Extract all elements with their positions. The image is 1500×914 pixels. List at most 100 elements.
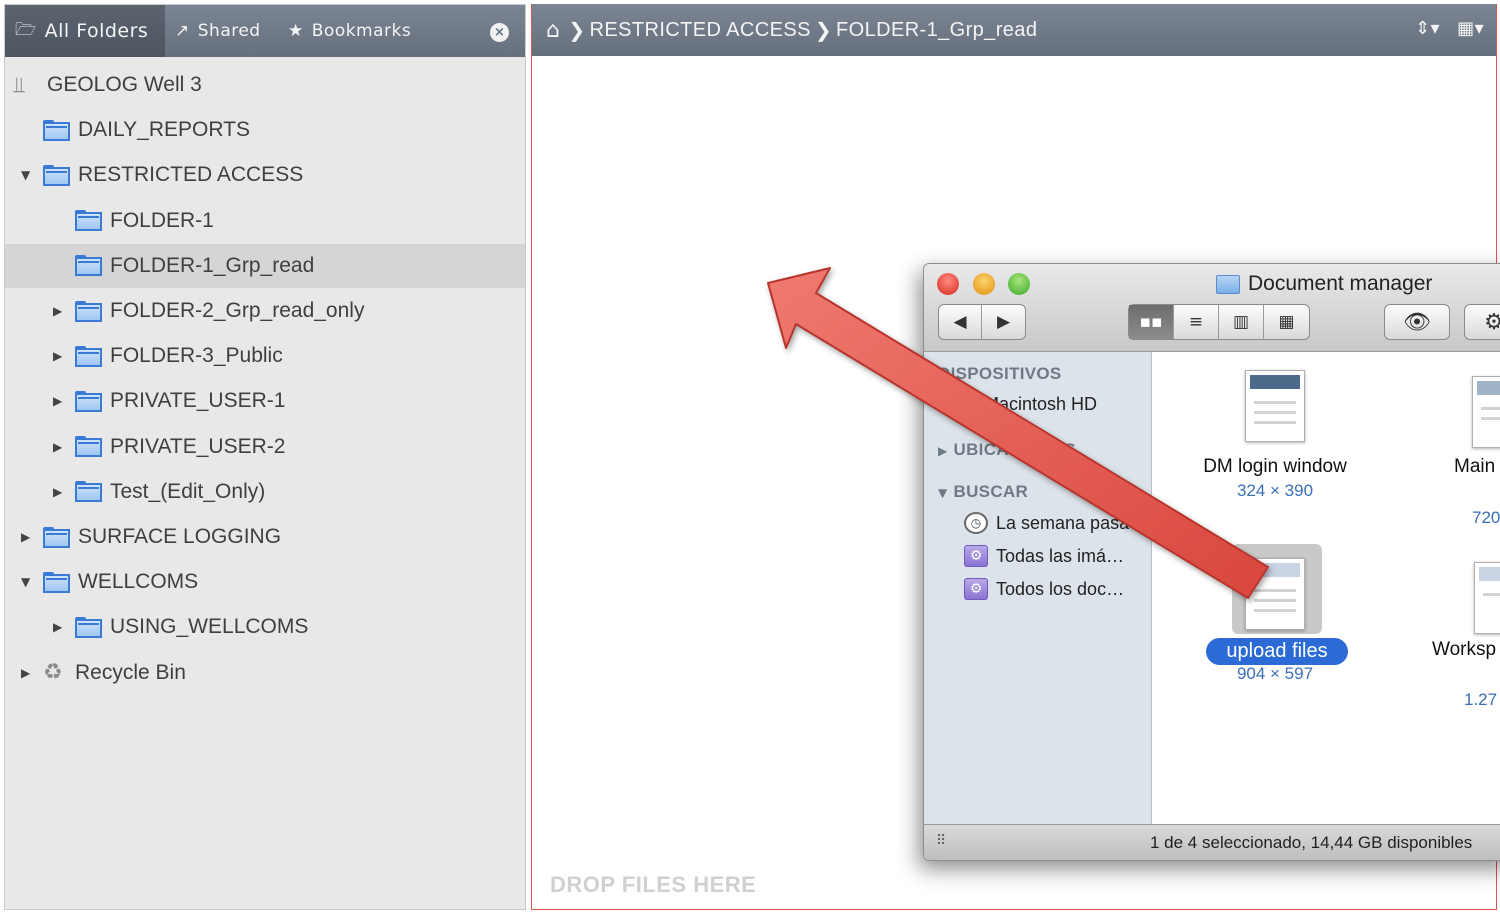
sidebar-item-macintosh-hd[interactable]: Macintosh HD [984,394,1097,415]
tree-item-restricted-access[interactable]: ▼ RESTRICTED ACCESS [5,153,525,197]
folder-icon [43,526,70,548]
smart-folder-icon: ⚙ [964,545,988,567]
icon-view-button[interactable]: ▪▪ [1129,305,1174,339]
tree-item-label: Test_(Edit_Only) [110,479,266,503]
smart-folder-icon: ⚙ [964,578,988,600]
coverflow-view-button[interactable]: ▦ [1264,305,1309,339]
folder-icon [43,164,70,186]
clock-icon: ◷ [964,512,988,534]
back-button[interactable]: ◀ [939,305,983,339]
folder-icon [75,481,102,503]
caret-right-icon[interactable]: ▶ [53,394,65,408]
eye-icon[interactable]: 👁 [1385,305,1449,339]
tree-item-label: Recycle Bin [75,660,186,684]
view-mode-icon[interactable]: ▦▾ [1457,18,1484,39]
tree-item-private-user-1[interactable]: ▶ PRIVATE_USER-1 [5,379,525,423]
caret-right-icon[interactable]: ▶ [53,485,65,499]
folder-icon [75,390,102,412]
caret-right-icon[interactable]: ▶ [21,666,33,680]
tree-item-geolog-well-3[interactable]: ⫫ GEOLOG Well 3 [5,63,525,107]
view-mode-control: ▪▪ ≡ ▥ ▦ [1128,304,1310,340]
sidebar-heading-search[interactable]: ▼ BUSCAR [938,482,1028,502]
sidebar-item-last-week[interactable]: ◷ La semana pasada [964,512,1149,534]
caret-right-icon[interactable]: ▶ [53,440,65,454]
file-thumbnail-workspace[interactable] [1474,562,1500,634]
sidebar-heading-search-label: BUSCAR [953,482,1029,501]
breadcrumb: ⌂ ❯ RESTRICTED ACCESS ❯ FOLDER-1_Grp_rea… [532,4,1496,56]
breadcrumb-separator-icon: ❯ [568,18,586,42]
caret-down-icon[interactable]: ▼ [21,575,33,589]
tab-all-folders[interactable]: 🗁 All Folders [5,5,165,57]
tree-item-label: DAILY_REPORTS [78,118,250,142]
sidebar-item-all-images[interactable]: ⚙ Todas las imá… [964,545,1124,567]
sort-icon[interactable]: ⇕▾ [1415,18,1440,39]
tree-item-test-edit-only[interactable]: ▶ Test_(Edit_Only) [5,470,525,514]
folder-icon [75,210,102,232]
folder-icon [75,616,102,638]
star-icon: ★ [288,21,304,41]
tree-item-folder-2-grp-read-only[interactable]: ▶ FOLDER-2_Grp_read_only [5,289,525,333]
tree-item-private-user-2[interactable]: ▶ PRIVATE_USER-2 [5,425,525,469]
caret-right-icon[interactable]: ▶ [53,620,65,634]
file-name-workspace[interactable]: Worksp sc [1432,639,1500,661]
tree-item-daily-reports[interactable]: DAILY_REPORTS [5,108,525,152]
finder-sidebar: DISPOSITIVOS Macintosh HD ▶ UBICACIONES ▼… [924,352,1152,824]
tree-item-wellcoms[interactable]: ▼ WELLCOMS [5,560,525,604]
well-icon: ⫫ [13,72,26,98]
forward-button[interactable]: ▶ [982,305,1025,339]
status-text: 1 de 4 seleccionado, 14,44 GB disponible… [1150,833,1473,852]
file-name-dm-login-window[interactable]: DM login window [1182,456,1368,478]
tree-item-label: WELLCOMS [78,570,199,594]
tab-bookmarks[interactable]: ★ Bookmarks [288,5,411,57]
tree-item-label: FOLDER-1 [110,208,214,232]
folder-tree-panel: 🗁 All Folders ↗ Shared ★ Bookmarks × ⫫ GE… [4,4,526,910]
tree-item-folder-3-public[interactable]: ▶ FOLDER-3_Public [5,334,525,378]
column-view-button[interactable]: ▥ [1219,305,1264,339]
tree-item-label: USING_WELLCOMS [110,615,309,639]
tab-shared[interactable]: ↗ Shared [175,5,261,57]
tree-item-label: FOLDER-1_Grp_read [110,253,315,277]
tree-item-label: FOLDER-2_Grp_read_only [110,299,365,322]
tree-item-recycle-bin[interactable]: ▶ ♻ Recycle Bin [5,651,525,695]
tree-item-label: SURFACE LOGGING [78,525,282,548]
file-name-main-label[interactable]: Main label [1454,456,1500,478]
tab-all-folders-label: All Folders [44,20,149,42]
tree-item-surface-logging[interactable]: ▶ SURFACE LOGGING [5,515,525,559]
gear-icon[interactable]: ⚙ [1465,305,1500,339]
drop-files-hint: DROP FILES HERE [550,872,757,897]
tree-item-label: PRIVATE_USER-2 [110,434,286,458]
folder-open-icon: 🗁 [15,19,37,40]
triangle-down-icon: ▼ [938,486,948,500]
file-size-workspace: 1.27 [1464,690,1498,709]
tree-item-label: FOLDER-3_Public [110,344,283,368]
tree-item-folder-1-grp-read[interactable]: FOLDER-1_Grp_read [5,243,525,288]
sidebar-heading-locations[interactable]: ▶ UBICACIONES [938,440,1076,460]
list-view-button[interactable]: ≡ [1174,305,1219,339]
recycle-bin-icon: ♻ [43,660,63,686]
breadcrumb-item-restricted-access[interactable]: RESTRICTED ACCESS [590,19,811,42]
file-size-main-label: 720 [1472,508,1500,527]
file-name-upload-files[interactable]: upload files [1206,638,1348,665]
window-minimize-button[interactable] [973,273,995,295]
finder-toolbar: Document manager ◀ ▶ ▪▪ ≡ ▥ ▦ 👁 ⚙ [924,264,1500,352]
tree-item-using-wellcoms[interactable]: ▶ USING_WELLCOMS [5,605,525,649]
tab-shared-label: Shared [197,21,261,41]
home-icon[interactable]: ⌂ [546,18,560,43]
caret-right-icon[interactable]: ▶ [53,349,65,363]
file-thumbnail-dm-login-window[interactable] [1245,370,1305,442]
resize-grip-icon[interactable]: ⠿ [936,833,946,849]
close-icon[interactable]: × [490,23,509,42]
caret-down-icon[interactable]: ▼ [21,168,33,182]
window-close-button[interactable] [937,273,959,295]
tree-item-folder-1[interactable]: FOLDER-1 [5,199,525,243]
finder-title-text: Document manager [1248,272,1433,295]
file-thumbnail-upload-files[interactable] [1245,558,1305,630]
back-forward-control: ◀ ▶ [938,304,1026,340]
caret-right-icon[interactable]: ▶ [21,530,33,544]
folder-icon [75,345,102,367]
sidebar-item-all-documents[interactable]: ⚙ Todos los doc… [964,578,1124,600]
file-thumbnail-main-label[interactable] [1472,376,1500,448]
triangle-right-icon: ▶ [938,444,948,458]
window-zoom-button[interactable] [1008,273,1030,295]
caret-right-icon[interactable]: ▶ [53,304,65,318]
